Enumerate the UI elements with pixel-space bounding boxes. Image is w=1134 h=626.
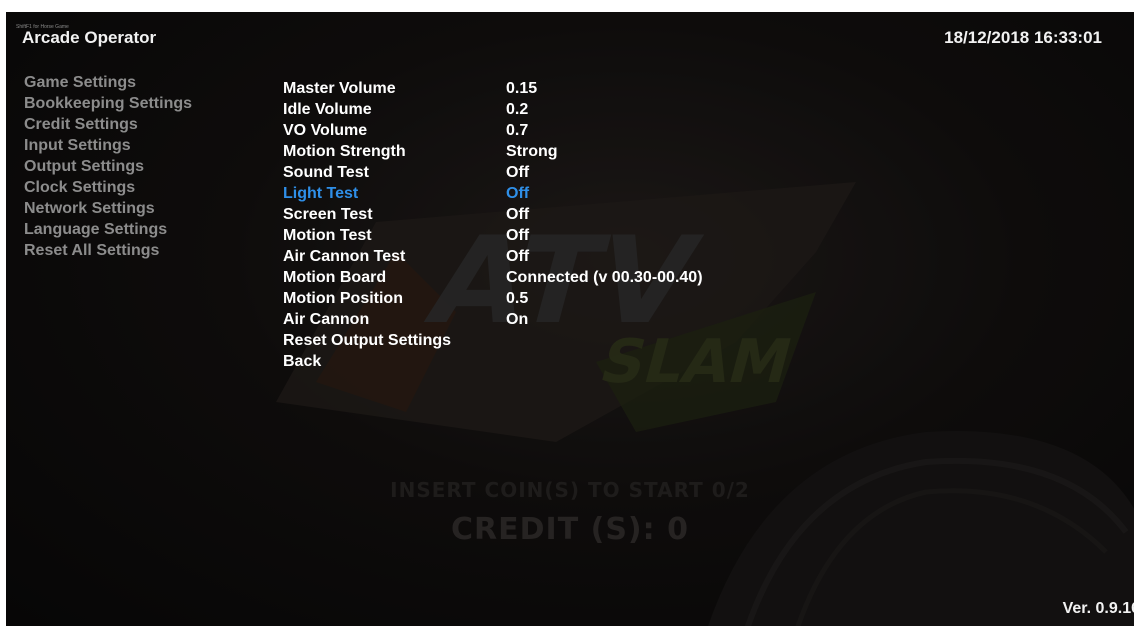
category-network-settings[interactable]: Network Settings (24, 198, 192, 219)
setting-air-cannon[interactable]: Air Cannon On (283, 309, 703, 330)
category-menu: Game Settings Bookkeeping Settings Credi… (24, 72, 192, 261)
setting-value: Off (506, 227, 530, 244)
setting-label: Screen Test (283, 206, 373, 223)
category-output-settings[interactable]: Output Settings (24, 156, 192, 177)
setting-value: 0.2 (506, 101, 529, 118)
setting-screen-test[interactable]: Screen Test Off (283, 204, 703, 225)
setting-label: Master Volume (283, 80, 396, 97)
setting-value: Off (506, 206, 530, 223)
category-input-settings[interactable]: Input Settings (24, 135, 192, 156)
page-title: Arcade Operator (22, 28, 157, 47)
datetime: 18/12/2018 16:33:01 (944, 28, 1102, 47)
category-game-settings[interactable]: Game Settings (24, 72, 192, 93)
setting-label: Back (283, 353, 322, 370)
output-settings-list: Master Volume 0.15 Idle Volume 0.2 VO Vo… (283, 78, 703, 372)
setting-value: 0.15 (506, 80, 538, 97)
category-clock-settings[interactable]: Clock Settings (24, 177, 192, 198)
setting-value: Off (506, 248, 530, 265)
setting-value: On (506, 311, 529, 328)
setting-value: 0.7 (506, 122, 529, 139)
setting-value: 0.5 (506, 290, 529, 307)
setting-sound-test[interactable]: Sound Test Off (283, 162, 703, 183)
category-reset-all-settings[interactable]: Reset All Settings (24, 240, 192, 261)
setting-label: Idle Volume (283, 101, 372, 118)
setting-air-cannon-test[interactable]: Air Cannon Test Off (283, 246, 703, 267)
category-bookkeeping-settings[interactable]: Bookkeeping Settings (24, 93, 192, 114)
version-label: Ver. 0.9.16 (1062, 600, 1134, 617)
setting-idle-volume[interactable]: Idle Volume 0.2 (283, 99, 703, 120)
setting-value: Off (506, 164, 530, 181)
setting-value: Strong (506, 143, 558, 160)
category-language-settings[interactable]: Language Settings (24, 219, 192, 240)
setting-label: Motion Position (283, 290, 403, 307)
reset-output-settings-button[interactable]: Reset Output Settings (283, 330, 703, 351)
setting-motion-test[interactable]: Motion Test Off (283, 225, 703, 246)
setting-label: Air Cannon (283, 311, 370, 328)
setting-master-volume[interactable]: Master Volume 0.15 (283, 78, 703, 99)
setting-motion-board[interactable]: Motion Board Connected (v 00.30-00.40) (283, 267, 703, 288)
setting-label: Motion Strength (283, 143, 406, 160)
setting-vo-volume[interactable]: VO Volume 0.7 (283, 120, 703, 141)
setting-label: Motion Board (283, 269, 387, 286)
operator-screen: ATV SLAM INSERT COIN(S) TO START 0/2 CRE… (6, 12, 1134, 626)
category-credit-settings[interactable]: Credit Settings (24, 114, 192, 135)
setting-label: Sound Test (283, 164, 369, 181)
setting-label: Reset Output Settings (283, 332, 452, 349)
setting-motion-position[interactable]: Motion Position 0.5 (283, 288, 703, 309)
setting-label: Motion Test (283, 227, 372, 244)
setting-value: Connected (v 00.30-00.40) (506, 269, 703, 286)
setting-value: Off (506, 185, 530, 202)
back-button[interactable]: Back (283, 351, 703, 372)
setting-label: Air Cannon Test (283, 248, 406, 265)
setting-label: VO Volume (283, 122, 368, 139)
setting-light-test[interactable]: Light Test Off (283, 183, 703, 204)
setting-label: Light Test (283, 185, 359, 202)
setting-motion-strength[interactable]: Motion Strength Strong (283, 141, 703, 162)
